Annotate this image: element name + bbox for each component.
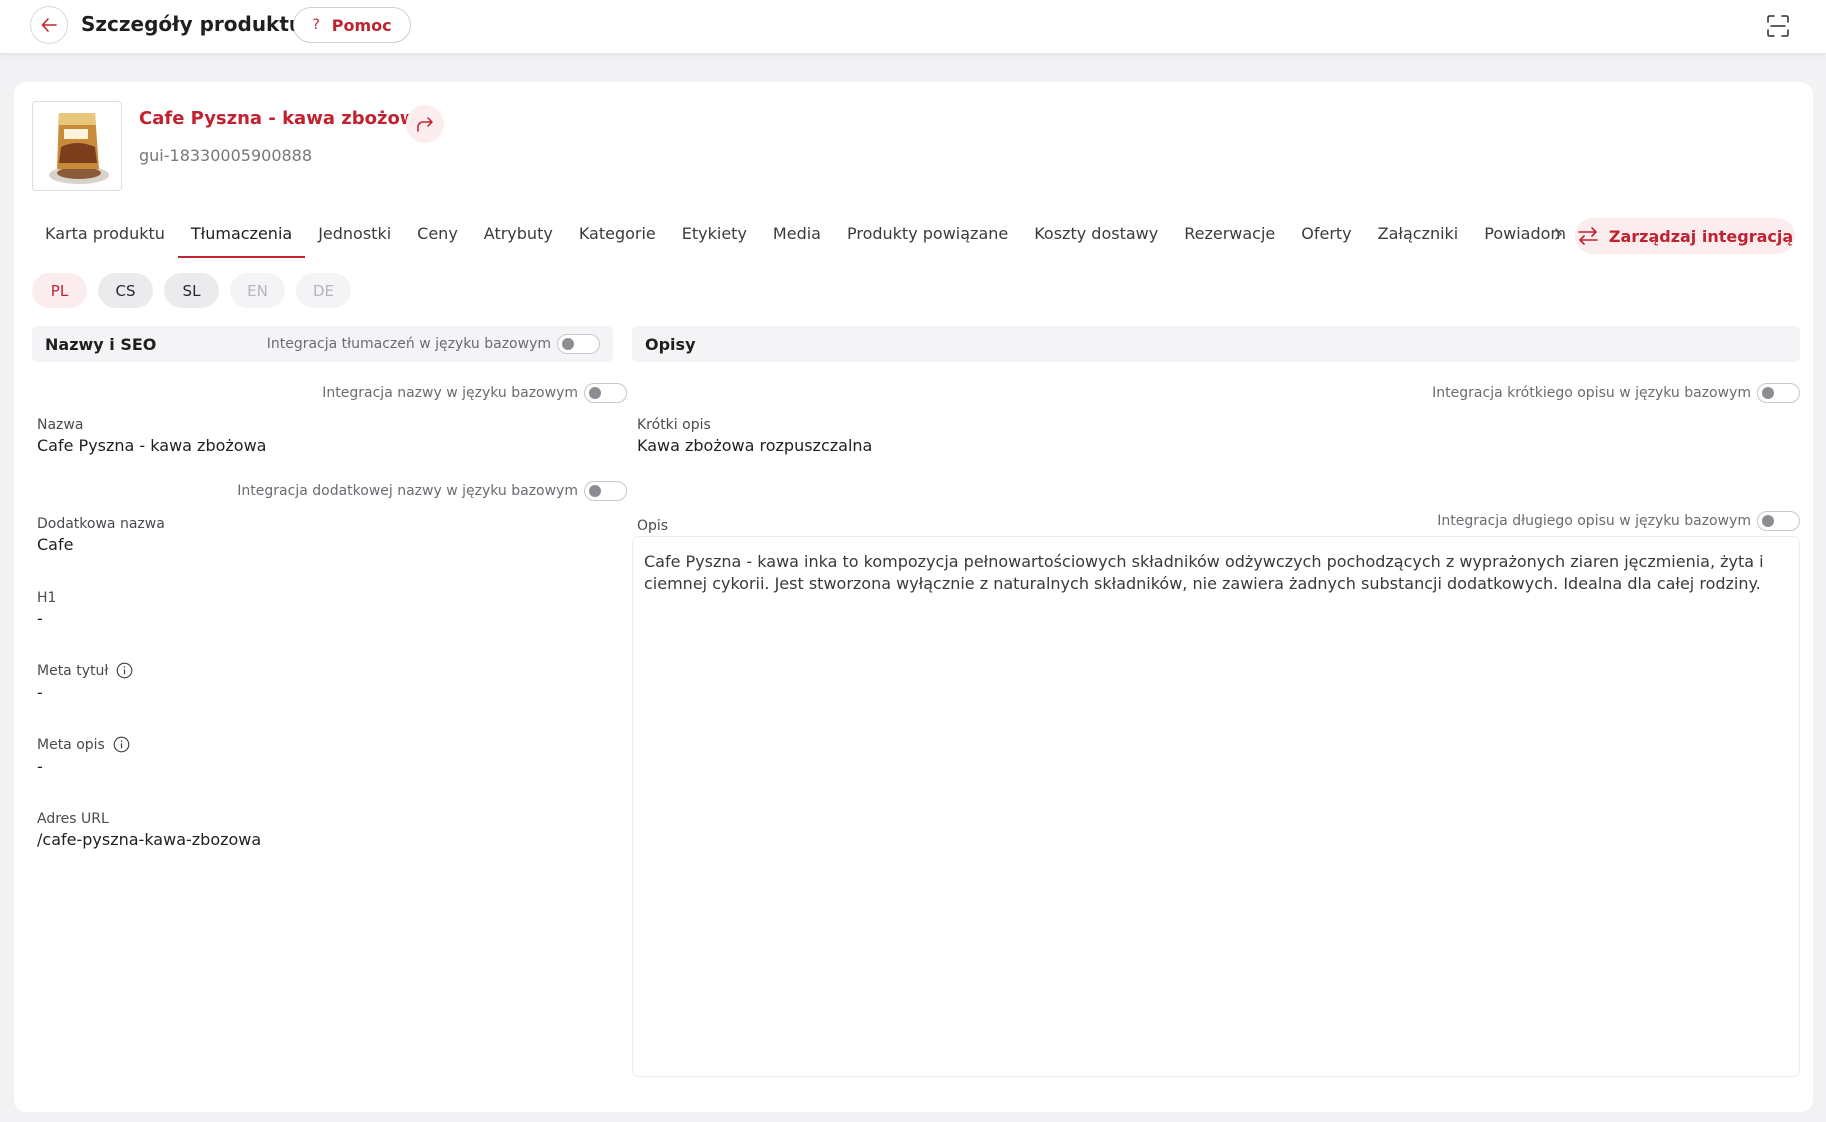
manage-integration-button[interactable]: Zarządzaj integracją bbox=[1575, 218, 1795, 254]
url-value: /cafe-pyszna-kawa-zbozowa bbox=[37, 830, 262, 849]
page-title: Szczegóły produktu bbox=[81, 12, 304, 36]
additional-name-integration-label: Integracja dodatkowej nazwy w języku baz… bbox=[237, 483, 578, 499]
long-description-box: Cafe Pyszna - kawa inka to kompozycja pe… bbox=[632, 536, 1800, 1077]
tab-offers[interactable]: Oferty bbox=[1288, 216, 1364, 258]
name-integration-toggle[interactable] bbox=[584, 383, 627, 403]
tab-media[interactable]: Media bbox=[760, 216, 834, 258]
lang-chip-de[interactable]: DE bbox=[296, 273, 351, 308]
question-icon: ? bbox=[312, 17, 320, 33]
help-button[interactable]: ? Pomoc bbox=[293, 7, 411, 43]
meta-desc-label: Meta opis bbox=[37, 736, 105, 753]
tab-related-products[interactable]: Produkty powiązane bbox=[834, 216, 1021, 258]
lang-chip-en[interactable]: EN bbox=[230, 273, 285, 308]
lang-chip-sl[interactable]: SL bbox=[164, 273, 219, 308]
tabs-scroll-right-button[interactable] bbox=[1548, 223, 1568, 245]
product-name: Cafe Pyszna - kawa zbożowa bbox=[139, 108, 429, 129]
lang-chip-cs[interactable]: CS bbox=[98, 273, 153, 308]
descriptions-title: Opisy bbox=[645, 334, 696, 354]
short-desc-label: Krótki opis bbox=[637, 417, 711, 433]
info-icon[interactable] bbox=[116, 662, 133, 679]
manage-integration-label: Zarządzaj integracją bbox=[1608, 226, 1794, 246]
tab-reservations[interactable]: Rezerwacje bbox=[1171, 216, 1288, 258]
meta-desc-label-row: Meta opis bbox=[37, 736, 130, 753]
top-bar: Szczegóły produktu ? Pomoc bbox=[0, 0, 1826, 54]
short-desc-integration-toggle[interactable] bbox=[1757, 383, 1800, 403]
share-button[interactable] bbox=[406, 105, 444, 143]
long-desc-integration-toggle[interactable] bbox=[1757, 511, 1800, 531]
meta-title-value: - bbox=[37, 683, 43, 702]
tab-attachments[interactable]: Załączniki bbox=[1365, 216, 1472, 258]
fullscreen-icon bbox=[1767, 15, 1789, 37]
short-desc-integration-toggle-row: Integracja krótkiego opisu w języku bazo… bbox=[1432, 383, 1800, 403]
chevron-right-icon bbox=[1555, 228, 1562, 240]
lang-chip-pl[interactable]: PL bbox=[32, 273, 87, 308]
name-value: Cafe Pyszna - kawa zbożowa bbox=[37, 436, 267, 455]
additional-name-integration-toggle[interactable] bbox=[584, 481, 627, 501]
names-seo-section-header: Nazwy i SEO Integracja tłumaczeń w język… bbox=[32, 326, 613, 362]
language-selector: PL CS SL EN DE bbox=[32, 273, 351, 308]
fullscreen-button[interactable] bbox=[1765, 13, 1791, 39]
short-desc-value: Kawa zbożowa rozpuszczalna bbox=[637, 436, 873, 455]
meta-desc-value: - bbox=[37, 757, 43, 776]
arrow-left-icon bbox=[41, 18, 57, 32]
translations-integration-toggle[interactable] bbox=[557, 334, 600, 354]
product-id: gui-18330005900888 bbox=[139, 146, 313, 165]
product-card: Cafe Pyszna - kawa zbożowa gui-183300059… bbox=[14, 82, 1813, 1112]
url-label: Adres URL bbox=[37, 811, 109, 827]
tab-categories[interactable]: Kategorie bbox=[566, 216, 669, 258]
names-seo-title: Nazwy i SEO bbox=[45, 334, 157, 354]
tab-labels[interactable]: Etykiety bbox=[669, 216, 760, 258]
long-desc-integration-label: Integracja długiego opisu w języku bazow… bbox=[1437, 513, 1751, 529]
long-description-text: Cafe Pyszna - kawa inka to kompozycja pe… bbox=[644, 552, 1764, 593]
name-label: Nazwa bbox=[37, 417, 84, 433]
back-button[interactable] bbox=[30, 6, 68, 44]
tab-prices[interactable]: Ceny bbox=[404, 216, 471, 258]
additional-name-value: Cafe bbox=[37, 535, 74, 554]
tab-units[interactable]: Jednostki bbox=[305, 216, 404, 258]
tab-attributes[interactable]: Atrybuty bbox=[471, 216, 566, 258]
swap-arrows-icon bbox=[1578, 227, 1598, 245]
name-integration-toggle-row: Integracja nazwy w języku bazowym bbox=[322, 383, 627, 403]
name-integration-label: Integracja nazwy w języku bazowym bbox=[322, 385, 578, 401]
product-thumbnail bbox=[32, 101, 122, 191]
tab-bar: Karta produktu Tłumaczenia Jednostki Cen… bbox=[32, 216, 1579, 258]
tab-translations[interactable]: Tłumaczenia bbox=[177, 216, 306, 258]
product-package-image bbox=[49, 113, 109, 184]
additional-name-integration-toggle-row: Integracja dodatkowej nazwy w języku baz… bbox=[237, 481, 627, 501]
descriptions-section-header: Opisy bbox=[632, 326, 1800, 362]
tab-shipping-costs[interactable]: Koszty dostawy bbox=[1021, 216, 1171, 258]
h1-value: - bbox=[37, 609, 43, 628]
long-desc-integration-toggle-row: Integracja długiego opisu w języku bazow… bbox=[1437, 511, 1800, 531]
meta-title-label-row: Meta tytuł bbox=[37, 662, 133, 679]
additional-name-label: Dodatkowa nazwa bbox=[37, 516, 165, 532]
help-button-label: Pomoc bbox=[331, 15, 392, 35]
tab-product-card[interactable]: Karta produktu bbox=[32, 216, 178, 258]
h1-label: H1 bbox=[37, 590, 57, 606]
translations-integration-toggle-row: Integracja tłumaczeń w języku bazowym bbox=[267, 334, 600, 354]
short-desc-integration-label: Integracja krótkiego opisu w języku bazo… bbox=[1432, 385, 1751, 401]
share-arrow-icon bbox=[417, 117, 433, 132]
info-icon[interactable] bbox=[113, 736, 130, 753]
meta-title-label: Meta tytuł bbox=[37, 662, 109, 679]
long-desc-label: Opis bbox=[637, 518, 669, 534]
translations-integration-label: Integracja tłumaczeń w języku bazowym bbox=[266, 336, 551, 352]
